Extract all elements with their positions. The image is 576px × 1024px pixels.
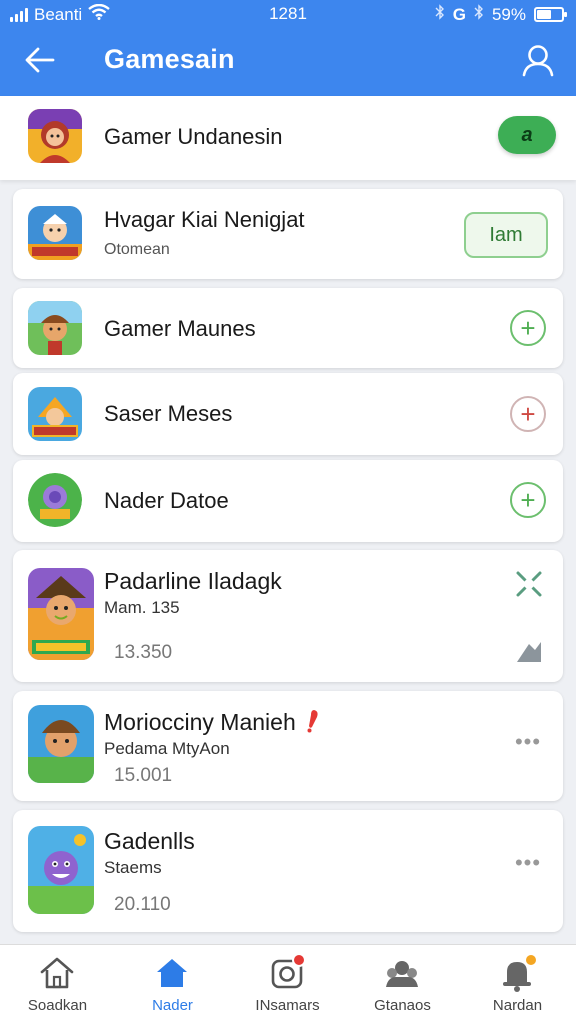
item-subtitle: Staems [104,858,162,877]
status-bar: Beanti 1281 G 59% [0,0,576,28]
profile-button[interactable] [518,40,558,80]
item-subtitle: Mam. 135 [104,598,180,617]
nav-label: INsamars [255,997,320,1014]
game-thumbnail [28,705,94,783]
add-button[interactable]: + [510,482,546,518]
nav-item-gtanaos[interactable]: Gtanaos [345,945,460,1024]
game-thumbnail [28,826,94,914]
x-icon[interactable] [513,568,545,600]
app-bar: Gamesain [0,28,576,96]
plus-icon: + [520,399,536,429]
item-title: Gamer Maunes [104,316,256,341]
nav-item-nardan[interactable]: Nardan [460,945,575,1024]
featured-game-title: Gamer Undanesin [104,124,283,149]
nav-item-insamars[interactable]: INsamars [230,945,345,1024]
item-title: Moriocciny Manieh [104,709,320,739]
home-icon [37,953,77,993]
bluetooth-icon [435,4,445,25]
notification-badge [292,953,306,967]
group-icon [382,953,422,993]
nav-label: Nardan [492,997,543,1014]
item-title: Nader Datoe [104,488,229,513]
g-icon: G [452,4,466,24]
nav-label: Soadkan [27,997,88,1014]
back-button[interactable] [20,42,60,78]
nav-label: Gtanaos [374,997,431,1014]
game-thumbnail [28,568,94,660]
item-meta: 20.110 [114,894,171,915]
more-icon[interactable]: ••• [513,852,543,878]
list-item[interactable]: Nader Datoe + [13,460,563,542]
more-icon[interactable]: ••• [513,731,543,757]
battery-text: 59% [491,4,526,24]
plus-icon: + [520,313,536,343]
add-button[interactable]: + [510,396,546,432]
game-thumbnail [28,206,82,260]
home-filled-icon [152,953,192,993]
list-item[interactable]: Gamer Maunes + [13,288,563,368]
game-thumbnail [28,109,82,163]
game-thumbnail [28,473,82,527]
item-title-text: Moriocciny Manieh [104,709,296,736]
battery-icon [534,7,567,22]
item-subtitle: Otomean [104,241,170,258]
list-item[interactable]: Moriocciny Manieh Pedama MtyAon 15.001 •… [13,691,563,801]
nav-label: Nader [152,997,193,1014]
item-meta: 13.350 [114,642,173,663]
notification-badge [524,953,538,967]
item-title: Padarline Iladagk [104,568,282,594]
user-icon [522,45,554,77]
bottom-navigation: Soadkan Nader INsamars Gtanaos Nardan [0,944,576,1024]
arrow-left-icon [25,47,55,73]
item-title: Gadenlls [104,828,195,854]
featured-game-row[interactable]: Gamer Undanesin a [0,96,576,180]
top-bar: Beanti 1281 G 59% Gamesain [0,0,576,96]
tool-icon[interactable] [513,636,545,666]
bluetooth-icon [474,4,484,25]
list-item[interactable]: Saser Meses + [13,373,563,455]
item-meta: 15.001 [114,765,173,786]
item-title: Saser Meses [104,401,233,426]
page-title: Gamesain [104,44,235,74]
item-subtitle: Pedama MtyAon [104,739,230,758]
list-item[interactable]: Gadenlls Staems 20.110 ••• [13,810,563,932]
item-title: Hvagar Kiai Nenigjat [104,207,305,232]
list-item[interactable]: Padarline Iladagk Mam. 135 13.350 [13,550,563,682]
list-item[interactable]: Hvagar Kiai Nenigjat Otomean Iam [13,189,563,279]
featured-toggle[interactable]: a [498,116,556,154]
plus-icon: + [520,485,536,515]
game-thumbnail [28,387,82,441]
add-button[interactable]: + [510,310,546,346]
nav-item-soadkan[interactable]: Soadkan [0,945,115,1024]
game-thumbnail [28,301,82,355]
join-button[interactable]: Iam [464,212,548,258]
status-right: G 59% [435,4,567,25]
nav-item-nader[interactable]: Nader [115,945,230,1024]
warning-icon [306,709,320,739]
